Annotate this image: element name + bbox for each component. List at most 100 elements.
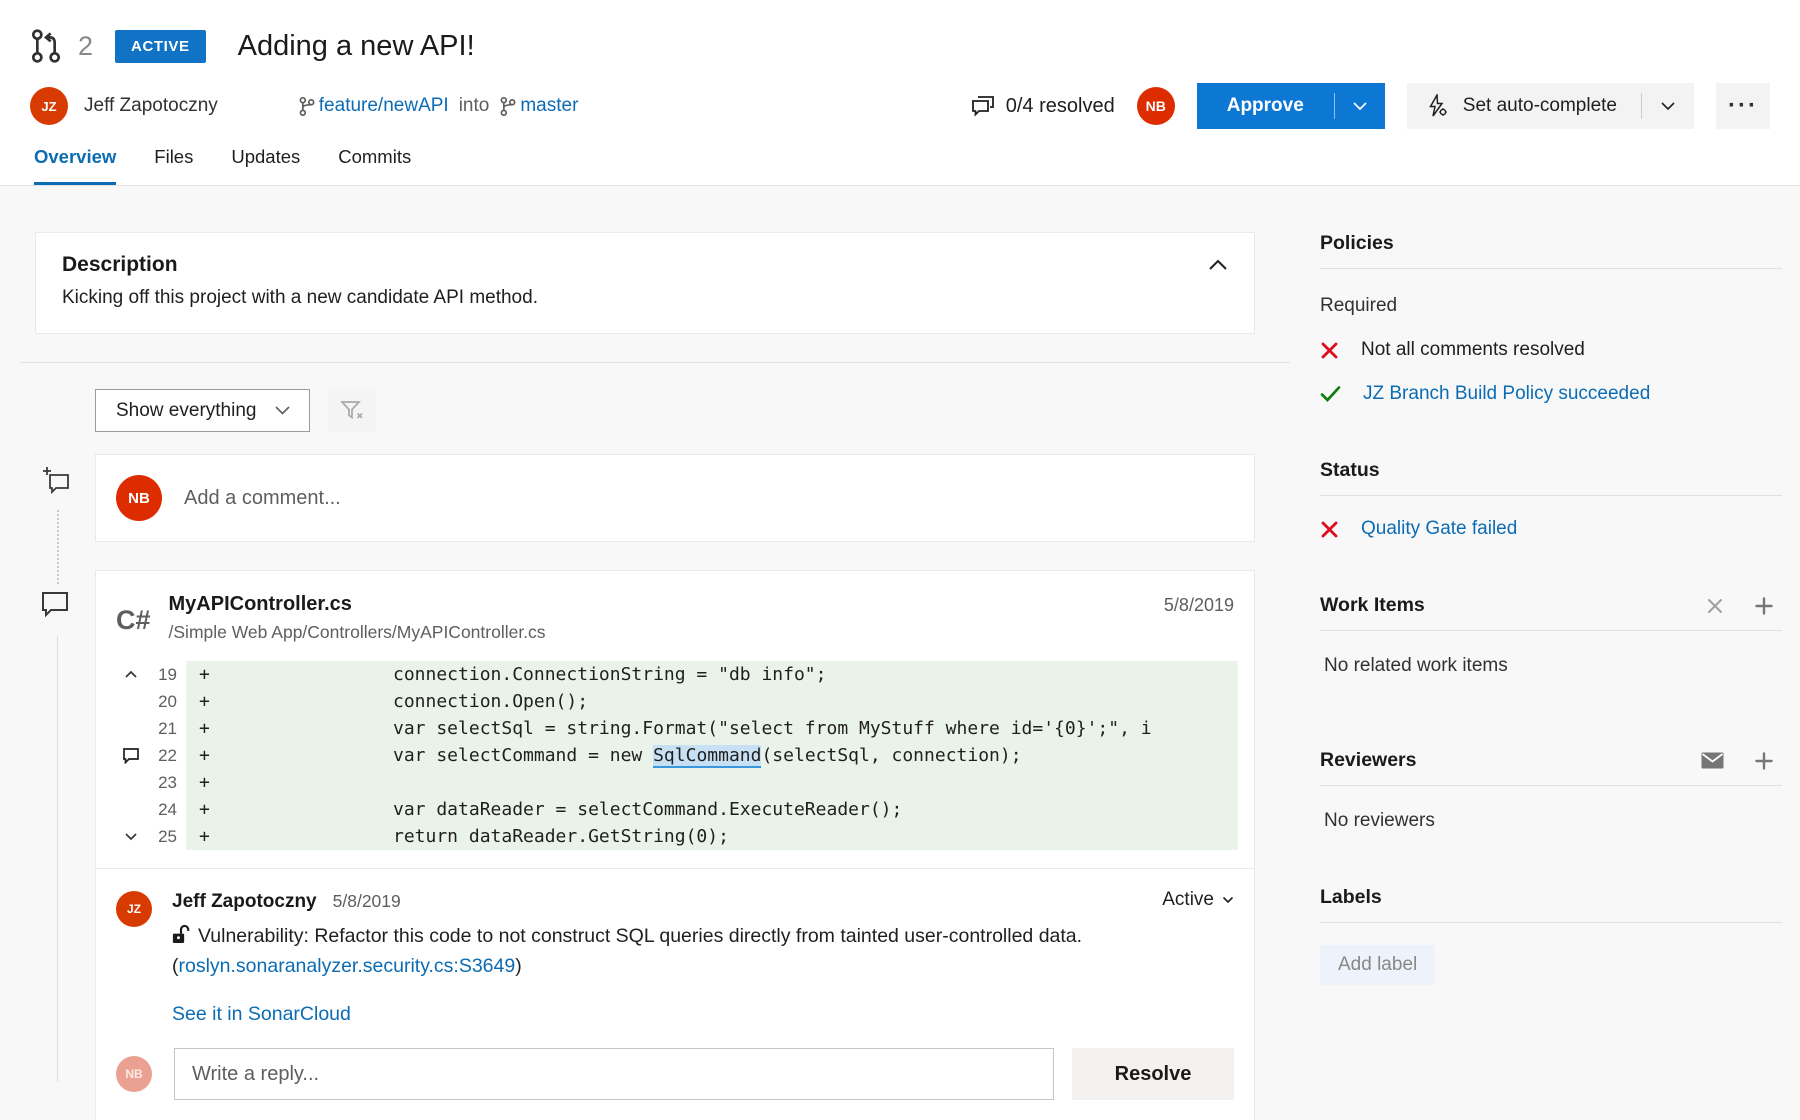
discussion-filter-row: Show everything: [95, 389, 1290, 432]
set-auto-complete-button[interactable]: Set auto-complete: [1407, 83, 1694, 129]
diff-line-25: 25 +return dataReader.GetString(0);: [96, 823, 1254, 850]
approve-button[interactable]: Approve: [1197, 83, 1385, 129]
code-segment: var selectCommand = new: [393, 745, 653, 766]
reviewers-title: Reviewers: [1320, 749, 1416, 772]
reply-row: NB Resolve: [116, 1048, 1234, 1100]
line-number: 25: [151, 827, 177, 847]
pr-header: 2 ACTIVE Adding a new API! JZ Jeff Zapot…: [0, 0, 1800, 186]
pr-meta-row: JZ Jeff Zapotoczny feature/newAPI into: [30, 82, 1770, 130]
clear-filter-button[interactable]: [328, 389, 376, 432]
chevron-down-icon: [1642, 101, 1694, 111]
file-name[interactable]: MyAPIController.cs: [169, 593, 546, 616]
policies-section: Policies Required Not all comments resol…: [1320, 232, 1782, 405]
more-options-button[interactable]: ···: [1716, 83, 1770, 129]
add-comment-gutter-icon[interactable]: [42, 466, 74, 496]
add-comment-input[interactable]: [184, 487, 1234, 510]
author-name: Jeff Zapotoczny: [84, 95, 218, 117]
tab-commits[interactable]: Commits: [338, 146, 411, 185]
source-branch-link[interactable]: feature/newAPI: [319, 95, 449, 117]
comment-thread-gutter-icon[interactable]: [40, 590, 70, 618]
clear-work-items-button[interactable]: [1706, 597, 1724, 615]
pr-sidebar: Policies Required Not all comments resol…: [1320, 232, 1782, 1120]
status-link[interactable]: Quality Gate failed: [1361, 518, 1517, 540]
policy-item: JZ Branch Build Policy succeeded: [1320, 383, 1782, 405]
tab-updates[interactable]: Updates: [231, 146, 300, 185]
reply-input[interactable]: [174, 1048, 1054, 1100]
diff-block: 19 +connection.ConnectionString = "db in…: [96, 661, 1254, 850]
add-work-item-button[interactable]: [1754, 596, 1774, 616]
line-number: 22: [151, 746, 177, 766]
tab-bar: Overview Files Updates Commits: [30, 146, 1770, 185]
collapse-description-button[interactable]: [1208, 259, 1228, 271]
comment-author-avatar: JZ: [116, 891, 152, 927]
add-reviewer-button[interactable]: [1754, 751, 1774, 771]
comment-filter-dropdown[interactable]: Show everything: [95, 389, 310, 432]
target-branch-link[interactable]: master: [520, 95, 578, 117]
success-check-icon: [1320, 385, 1341, 403]
main-content: Description Kicking off this project wit…: [0, 186, 1800, 1120]
status-title: Status: [1320, 459, 1380, 482]
comment-text: ): [515, 955, 522, 977]
diff-line-21: 21 +var selectSql = string.Format("selec…: [96, 715, 1254, 742]
policy-link[interactable]: JZ Branch Build Policy succeeded: [1363, 383, 1650, 405]
add-label-button[interactable]: Add label: [1320, 945, 1435, 985]
lightning-gear-icon: [1425, 94, 1449, 118]
chevron-down-icon: [1335, 101, 1385, 111]
policy-item: Not all comments resolved: [1320, 339, 1782, 361]
code-text: var dataReader = selectCommand.ExecuteRe…: [393, 799, 902, 820]
set-auto-complete-label: Set auto-complete: [1463, 95, 1641, 117]
comments-resolved-counter[interactable]: 0/4 resolved: [971, 95, 1115, 118]
commenter-avatar: NB: [116, 475, 162, 521]
discussion-column: Description Kicking off this project wit…: [0, 232, 1290, 1120]
chevron-down-icon: [274, 405, 291, 416]
author-avatar: JZ: [30, 87, 68, 125]
labels-title: Labels: [1320, 886, 1382, 909]
resolve-button[interactable]: Resolve: [1072, 1048, 1234, 1100]
tab-files[interactable]: Files: [154, 146, 193, 185]
comment-author-name: Jeff Zapotoczny: [172, 891, 317, 913]
comment-date: 5/8/2019: [333, 891, 401, 912]
fail-x-icon: [1320, 341, 1339, 360]
chevron-down-icon: [1222, 896, 1234, 904]
into-label: into: [459, 95, 490, 117]
file-path: /Simple Web App/Controllers/MyAPIControl…: [169, 622, 546, 643]
expand-diff-down-icon[interactable]: [120, 832, 142, 841]
current-user-avatar: NB: [1137, 87, 1175, 125]
code-text: return dataReader.GetString(0);: [393, 826, 729, 847]
code-segment: (selectSql, connection);: [761, 745, 1021, 766]
added-sign: +: [199, 691, 213, 712]
line-comment-icon[interactable]: [120, 747, 142, 764]
see-in-sonarcloud-link[interactable]: See it in SonarCloud: [172, 1003, 351, 1026]
description-body: Kicking off this project with a new cand…: [62, 287, 1228, 309]
code-text: var selectCommand = new SqlCommand(selec…: [393, 745, 1022, 766]
branch-info: feature/newAPI into master: [298, 95, 579, 117]
work-items-section: Work Items No related work items: [1320, 594, 1782, 677]
line-number: 19: [151, 665, 177, 685]
code-text: var selectSql = string.Format("select fr…: [393, 718, 1152, 739]
required-label: Required: [1320, 295, 1782, 317]
added-sign: +: [199, 745, 213, 766]
branch-icon: [298, 96, 315, 117]
comment-gutter: [40, 232, 84, 1120]
diff-line-23: 23 +: [96, 769, 1254, 796]
reviewers-section: Reviewers No reviewers: [1320, 749, 1782, 832]
resolved-count-label: 0/4 resolved: [1006, 95, 1115, 118]
line-number: 20: [151, 692, 177, 712]
vulnerability-lock-icon: [172, 924, 190, 945]
sonar-rule-link[interactable]: roslyn.sonaranalyzer.security.cs:S3649: [179, 955, 516, 977]
section-divider: [20, 362, 1290, 363]
notify-reviewers-mail-button[interactable]: [1701, 752, 1724, 769]
line-number: 21: [151, 719, 177, 739]
fail-x-icon: [1320, 520, 1339, 539]
filter-dropdown-label: Show everything: [116, 400, 256, 422]
code-highlight[interactable]: SqlCommand: [653, 745, 761, 768]
pull-request-icon: [30, 28, 62, 64]
comment-date: 5/8/2019: [1164, 595, 1234, 616]
tab-overview[interactable]: Overview: [34, 146, 116, 185]
thread-status-dropdown[interactable]: Active: [1162, 889, 1234, 911]
labels-section: Labels Add label: [1320, 886, 1782, 985]
reviewers-empty-text: No reviewers: [1320, 810, 1782, 832]
csharp-file-icon: C#: [116, 605, 151, 636]
collapse-diff-up-icon[interactable]: [120, 670, 142, 679]
file-diff-card: C# MyAPIController.cs /Simple Web App/Co…: [95, 570, 1255, 1120]
